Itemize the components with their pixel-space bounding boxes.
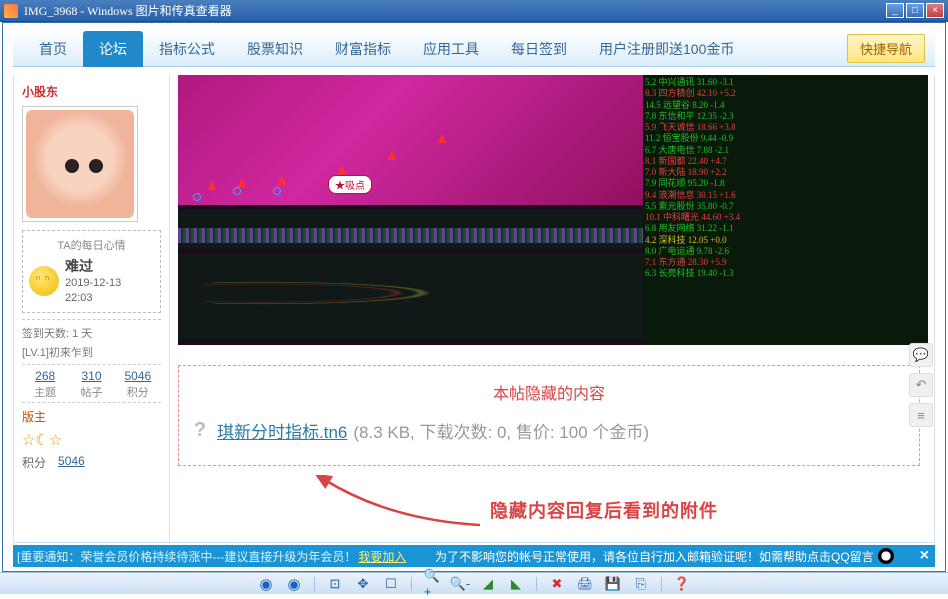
float-menu-icon[interactable]: ≡	[909, 403, 933, 427]
nav-knowledge[interactable]: 股票知识	[231, 31, 319, 67]
callout-text: 隐藏内容回复后看到的附件	[490, 497, 718, 523]
slideshow-button[interactable]: ☐	[383, 576, 399, 592]
top-nav: 首页 论坛 指标公式 股票知识 财富指标 应用工具 每日签到 用户注册即送100…	[13, 31, 935, 67]
help-button[interactable]: ❓	[674, 576, 690, 592]
float-chat-icon[interactable]: 💬	[909, 343, 933, 367]
notice-close[interactable]: ×	[920, 547, 929, 565]
nav-checkin[interactable]: 每日签到	[495, 31, 583, 67]
print-button[interactable]: 🖨	[577, 576, 593, 592]
nav-indicator[interactable]: 指标公式	[143, 31, 231, 67]
viewer-toolbar: ◉ ◉ ⊡ ✥ ☐ 🔍+ 🔍- ◢ ◣ ✖ 🖨 💾 ⎘ ❓	[0, 572, 948, 594]
user-sidebar: 小股东 TA的每日心情 难过 2019-12-13 22:03 签到天数: 1 …	[14, 75, 170, 542]
qq-icon[interactable]	[878, 548, 894, 564]
points-value[interactable]: 5046	[58, 454, 85, 471]
stock-chart-image: ★吸点 5.2 中兴通讯 31.60 -3.1 8.3 四方精创 42.10 +…	[178, 75, 928, 345]
mood-box: TA的每日心情 难过 2019-12-13 22:03	[22, 230, 161, 313]
zoomin-button[interactable]: 🔍+	[424, 576, 440, 592]
signin-days: 签到天数: 1 天	[22, 319, 161, 344]
quick-nav-button[interactable]: 快捷导航	[847, 34, 925, 63]
minimize-button[interactable]: _	[886, 3, 904, 18]
notice-lead: [重要通知：荣誉会员价格持续待涨中---建议直接升级为年会员！	[17, 548, 356, 565]
file-type-icon: ?	[189, 420, 211, 442]
mood-time: 22:03	[65, 291, 121, 306]
nav-home[interactable]: 首页	[23, 31, 83, 67]
stat-posts-n[interactable]: 310	[68, 369, 114, 383]
stat-points-n[interactable]: 5046	[115, 369, 161, 383]
fit-button[interactable]: ⊡	[327, 576, 343, 592]
mood-header: TA的每日心情	[27, 237, 156, 253]
stat-topics-n[interactable]: 268	[22, 369, 68, 383]
next-button[interactable]: ◉	[286, 576, 302, 592]
float-back-icon[interactable]: ↶	[909, 373, 933, 397]
rotate-cw-button[interactable]: ◣	[508, 576, 524, 592]
user-level: [LV.1]初来乍到	[22, 344, 161, 364]
notice-link-join[interactable]: 我要加入	[358, 548, 406, 565]
user-badges: ☆☾☆	[22, 428, 161, 452]
mood-name: 难过	[65, 257, 121, 276]
notice-bar: [重要通知：荣誉会员价格持续待涨中---建议直接升级为年会员！ 我要加入 为了不…	[13, 545, 935, 567]
nav-tools[interactable]: 应用工具	[407, 31, 495, 67]
app-icon	[4, 4, 18, 18]
user-avatar[interactable]	[22, 106, 138, 222]
username[interactable]: 小股东	[22, 83, 161, 100]
mood-date: 2019-12-13	[65, 276, 121, 291]
save-button[interactable]: 💾	[605, 576, 621, 592]
prev-button[interactable]: ◉	[258, 576, 274, 592]
notice-text-2: 为了不影响您的帐号正常使用，请各位自行加入邮箱验证呢！如需帮助点击QQ留言	[435, 548, 874, 565]
float-toolbar: 💬 ↶ ≡	[909, 343, 933, 427]
points-label: 积分	[22, 454, 46, 471]
copy-button[interactable]: ⎘	[633, 576, 649, 592]
user-stats-row: 268主题 310帖子 5046积分	[22, 364, 161, 403]
delete-button[interactable]: ✖	[549, 576, 565, 592]
nav-wealth[interactable]: 财富指标	[319, 31, 407, 67]
nav-forum[interactable]: 论坛	[83, 31, 143, 67]
actual-button[interactable]: ✥	[355, 576, 371, 592]
user-role: 版主	[22, 403, 161, 428]
attachment-link[interactable]: 琪新分时指标.tn6	[217, 418, 347, 443]
maximize-button[interactable]: □	[906, 3, 924, 18]
zoomout-button[interactable]: 🔍-	[452, 576, 468, 592]
main-content: ★吸点 5.2 中兴通讯 31.60 -3.1 8.3 四方精创 42.10 +…	[170, 75, 934, 542]
close-button[interactable]: ×	[926, 3, 944, 18]
callout-arrow	[310, 475, 490, 535]
hidden-title: 本帖隐藏的内容	[189, 380, 909, 404]
rotate-ccw-button[interactable]: ◢	[480, 576, 496, 592]
hidden-content-box: 本帖隐藏的内容 ? 琪新分时指标.tn6 (8.3 KB, 下载次数: 0, 售…	[178, 365, 920, 466]
mood-face-icon	[29, 266, 59, 296]
nav-register[interactable]: 用户注册即送100金币	[583, 31, 750, 67]
window-title: IMG_3968 - Windows 图片和传真查看器	[24, 2, 884, 19]
stock-list: 5.2 中兴通讯 31.60 -3.1 8.3 四方精创 42.10 +5.2 …	[643, 75, 928, 345]
attachment-info: (8.3 KB, 下载次数: 0, 售价: 100 个金币)	[353, 418, 649, 443]
chart-annotation: ★吸点	[328, 175, 372, 194]
